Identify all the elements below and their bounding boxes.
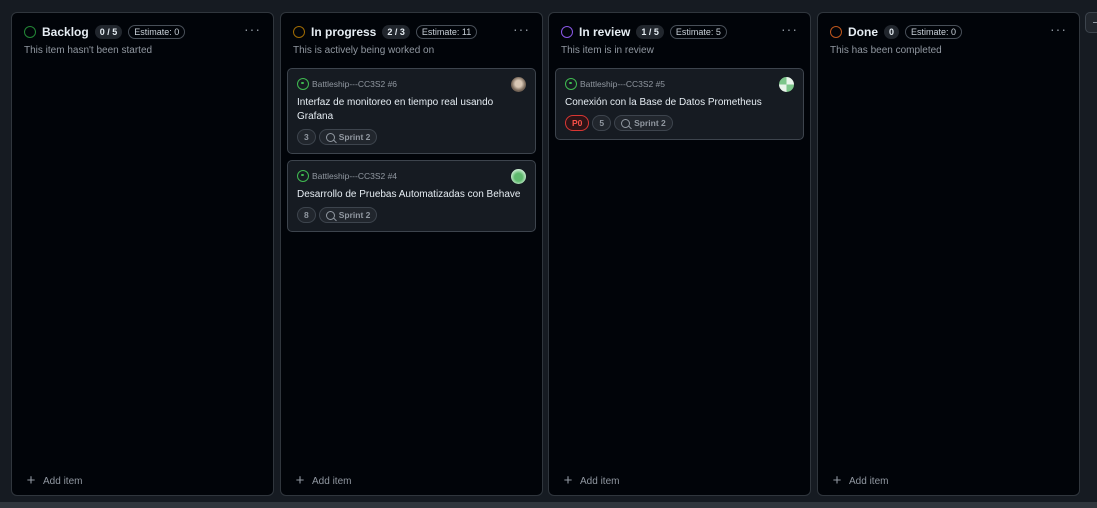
plus-icon: [1093, 22, 1097, 24]
points-badge: 5: [592, 115, 612, 131]
column-backlog: Backlog 0 / 5 Estimate: 0 ··· This item …: [11, 12, 274, 496]
status-circle-icon: [293, 26, 305, 38]
column-done: Done 0 Estimate: 0 ··· This has been com…: [817, 12, 1080, 496]
add-item-label: Add item: [580, 475, 620, 487]
issue-reference[interactable]: Battleship---CC3S2 #4: [312, 171, 397, 181]
card-meta: Battleship---CC3S2 #4: [297, 169, 526, 182]
column-in-progress: In progress 2 / 3 Estimate: 11 ··· This …: [280, 12, 543, 496]
avatar[interactable]: [511, 77, 526, 92]
column-title: In progress: [311, 25, 377, 39]
column-menu-icon[interactable]: ···: [244, 22, 261, 36]
bottom-toolbar: [0, 502, 1097, 508]
priority-badge: P0: [565, 115, 590, 131]
add-column-button[interactable]: [1085, 12, 1097, 33]
issue-card[interactable]: Battleship---CC3S2 #5 Conexión con la Ba…: [555, 68, 804, 140]
card-fields: P0 5 Sprint 2: [565, 115, 794, 131]
iteration-badge: Sprint 2: [318, 207, 378, 223]
column-header: Backlog 0 / 5 Estimate: 0 ···: [24, 22, 261, 40]
card-meta: Battleship---CC3S2 #6: [297, 77, 526, 90]
column-description: This is actively being worked on: [293, 45, 435, 56]
estimate-badge: Estimate: 11: [415, 25, 478, 39]
add-item-label: Add item: [312, 475, 352, 487]
column-header: Done 0 Estimate: 0 ···: [830, 22, 1067, 40]
points-badge: 3: [297, 129, 316, 145]
estimate-badge: Estimate: 0: [905, 25, 963, 39]
iteration-icon: [621, 118, 631, 128]
status-circle-icon: [830, 26, 842, 38]
column-header: In progress 2 / 3 Estimate: 11 ···: [293, 22, 530, 40]
add-item-button[interactable]: + Add item: [293, 472, 352, 489]
column-title: In review: [579, 25, 631, 39]
card-list: Battleship---CC3S2 #6 Interfaz de monito…: [287, 68, 536, 238]
column-header: In review 1 / 5 Estimate: 5 ···: [561, 22, 798, 40]
issue-card[interactable]: Battleship---CC3S2 #4 Desarrollo de Prue…: [287, 160, 536, 232]
issue-opened-icon: [297, 77, 309, 90]
plus-icon: +: [832, 472, 842, 489]
add-item-button[interactable]: + Add item: [561, 472, 620, 489]
add-item-label: Add item: [849, 475, 889, 487]
iteration-icon: [325, 210, 335, 220]
status-circle-icon: [24, 26, 36, 38]
add-item-label: Add item: [43, 475, 83, 487]
card-fields: 8 Sprint 2: [297, 207, 526, 223]
column-menu-icon[interactable]: ···: [513, 22, 530, 36]
column-menu-icon[interactable]: ···: [781, 22, 798, 36]
column-title: Done: [848, 25, 878, 39]
plus-icon: +: [26, 472, 36, 489]
item-count-badge: 2 / 3: [382, 25, 410, 39]
estimate-badge: Estimate: 5: [669, 25, 727, 39]
iteration-label: Sprint 2: [634, 118, 666, 128]
estimate-badge: Estimate: 0: [128, 25, 186, 39]
iteration-badge: Sprint 2: [318, 129, 378, 145]
column-in-review: In review 1 / 5 Estimate: 5 ··· This ite…: [548, 12, 811, 496]
card-meta: Battleship---CC3S2 #5: [565, 77, 794, 90]
item-count-badge: 0 / 5: [94, 25, 123, 39]
item-count-badge: 1 / 5: [636, 25, 664, 39]
iteration-badge: Sprint 2: [614, 115, 673, 131]
points-badge: 8: [297, 207, 316, 223]
plus-icon: +: [295, 472, 305, 489]
project-board: Backlog 0 / 5 Estimate: 0 ··· This item …: [0, 0, 1097, 502]
issue-reference[interactable]: Battleship---CC3S2 #5: [580, 79, 665, 89]
iteration-label: Sprint 2: [338, 132, 371, 142]
issue-card[interactable]: Battleship---CC3S2 #6 Interfaz de monito…: [287, 68, 536, 154]
plus-icon: +: [563, 472, 573, 489]
card-title[interactable]: Interfaz de monitoreo en tiempo real usa…: [297, 96, 526, 124]
column-description: This has been completed: [830, 45, 942, 56]
column-menu-icon[interactable]: ···: [1050, 22, 1067, 36]
item-count-badge: 0: [884, 25, 900, 39]
card-title[interactable]: Desarrollo de Pruebas Automatizadas con …: [297, 188, 526, 202]
column-title: Backlog: [42, 25, 89, 39]
card-fields: 3 Sprint 2: [297, 129, 526, 145]
column-description: This item is in review: [561, 45, 654, 56]
status-circle-icon: [561, 26, 573, 38]
card-list: Battleship---CC3S2 #5 Conexión con la Ba…: [555, 68, 804, 146]
issue-reference[interactable]: Battleship---CC3S2 #6: [312, 79, 397, 89]
issue-opened-icon: [297, 169, 309, 182]
add-item-button[interactable]: + Add item: [830, 472, 889, 489]
issue-opened-icon: [565, 77, 577, 90]
avatar[interactable]: [511, 169, 526, 184]
column-description: This item hasn't been started: [24, 45, 153, 56]
iteration-icon: [325, 132, 335, 142]
avatar[interactable]: [779, 77, 794, 92]
card-title[interactable]: Conexión con la Base de Datos Prometheus: [565, 96, 794, 110]
add-item-button[interactable]: + Add item: [24, 472, 83, 489]
iteration-label: Sprint 2: [338, 210, 371, 220]
